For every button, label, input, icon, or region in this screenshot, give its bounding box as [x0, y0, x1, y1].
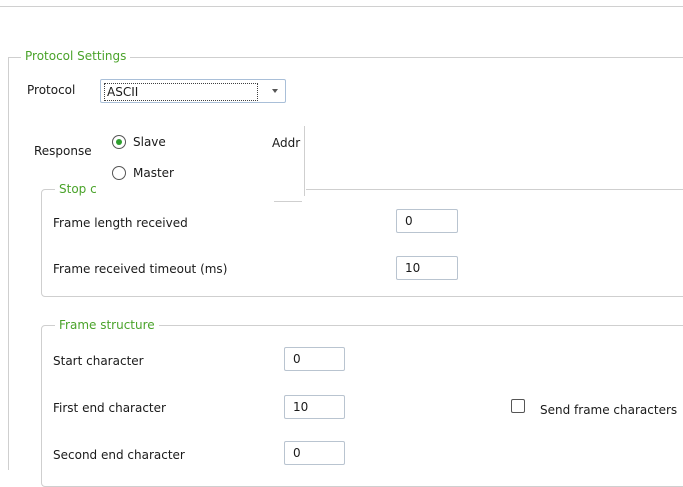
top-divider	[0, 6, 683, 7]
start-char-label: Start character	[53, 354, 144, 368]
first-end-label: First end character	[53, 401, 166, 415]
chevron-down-icon	[272, 89, 278, 93]
frame-length-label: Frame length received	[53, 216, 188, 230]
address-label: Addr	[272, 136, 301, 150]
protocol-settings-legend: Protocol Settings	[21, 49, 131, 63]
protocol-select-value: ASCII	[104, 83, 258, 101]
frame-length-input[interactable]: 0	[396, 209, 458, 233]
frame-timeout-input[interactable]: 10	[396, 256, 458, 280]
frame-structure-legend: Frame structure	[55, 318, 159, 332]
response-label: Response	[34, 144, 92, 158]
response-popup-bottom	[274, 201, 302, 202]
second-end-input[interactable]: 0	[284, 441, 345, 465]
protocol-label: Protocol	[27, 83, 76, 97]
send-frame-checkbox[interactable]	[511, 399, 525, 413]
radio-slave-label: Slave	[133, 135, 166, 149]
radio-master-label: Master	[133, 166, 174, 180]
stop-condition-legend: Stop c	[55, 182, 101, 196]
protocol-select[interactable]: ASCII	[100, 79, 286, 103]
start-char-input[interactable]: 0	[284, 347, 345, 371]
second-end-label: Second end character	[53, 448, 185, 462]
left-border	[8, 58, 9, 470]
send-frame-label: Send frame characters	[540, 403, 678, 417]
radio-slave[interactable]	[112, 135, 126, 149]
frame-timeout-label: Frame received timeout (ms)	[53, 262, 228, 276]
first-end-input[interactable]: 10	[284, 395, 345, 419]
stop-condition-group	[41, 189, 683, 297]
radio-master[interactable]	[112, 166, 126, 180]
